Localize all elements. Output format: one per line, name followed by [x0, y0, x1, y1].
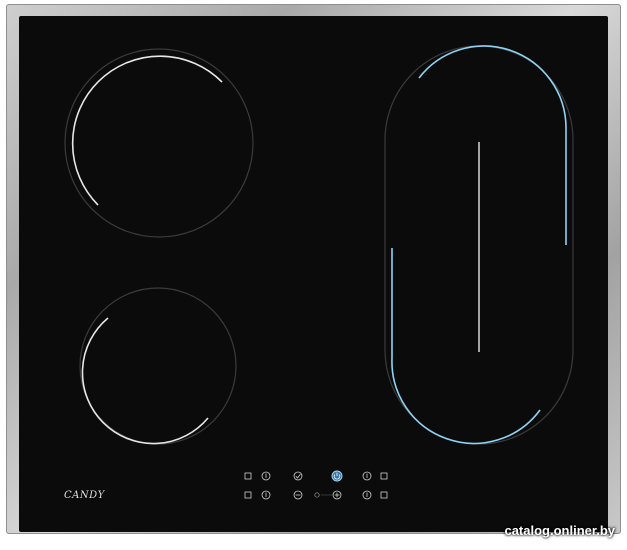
check-icon[interactable]: [293, 471, 303, 481]
watermark: catalog.onliner.by: [504, 523, 615, 538]
zone-select-icon-bottom-right[interactable]: [380, 491, 388, 499]
cooking-zone-right-oval: [384, 45, 574, 445]
cooking-zone-top-left: [64, 48, 254, 238]
zone-select-icon-right[interactable]: [380, 472, 388, 480]
cooking-zone-bottom-left: [79, 287, 237, 445]
zone-select-icon[interactable]: [244, 472, 252, 480]
hob-drawing: [64, 45, 574, 500]
brand-logo: CANDY: [64, 490, 105, 501]
lock-icon[interactable]: [314, 492, 320, 498]
product-photo: CANDY catalog.onliner.by: [0, 0, 627, 550]
zone-select-icon-bottom[interactable]: [244, 491, 252, 499]
touch-control-panel: [244, 470, 388, 500]
